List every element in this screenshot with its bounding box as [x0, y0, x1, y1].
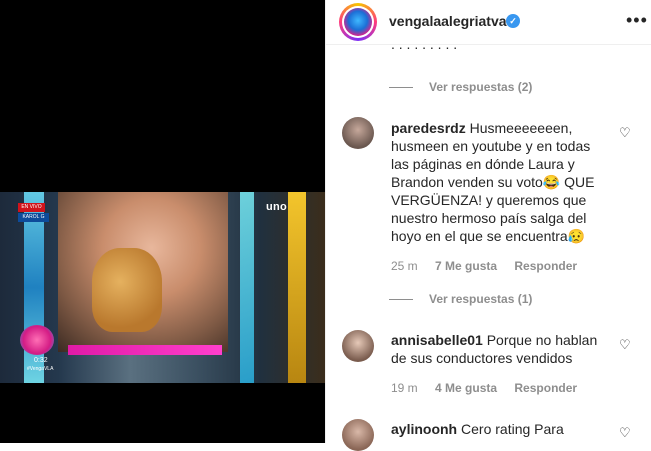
reply-button[interactable]: Responder	[514, 381, 577, 395]
comment-body: annisabelle01 Porque no hablan de sus co…	[391, 331, 611, 367]
like-heart-icon[interactable]: ♡	[619, 426, 631, 439]
verified-badge-icon: ✓	[506, 14, 520, 28]
replies-divider-line	[389, 299, 413, 301]
media-panel: EN VIVO KAROL G uno 0:32 #VengaVLA	[0, 0, 325, 443]
comment-likes[interactable]: 7 Me gusta	[435, 259, 497, 273]
profile-avatar[interactable]	[339, 3, 377, 41]
comment-body: aylinoonh Cero rating Para	[391, 420, 611, 438]
comment-meta: 19 m 4 Me gusta Responder	[391, 381, 591, 395]
channel-logo: uno	[266, 201, 288, 213]
like-heart-icon[interactable]: ♡	[619, 338, 631, 351]
post-username[interactable]: vengalaalegriatva	[389, 13, 507, 29]
replies-divider-line	[389, 87, 413, 89]
plush-giraffe	[92, 248, 162, 332]
like-heart-icon[interactable]: ♡	[619, 126, 631, 139]
broadcast-clock: 0:32	[34, 357, 48, 364]
comment-time: 25 m	[391, 259, 418, 273]
profile-avatar-image	[344, 8, 372, 36]
comment-username[interactable]: paredesrdz	[391, 120, 466, 136]
stage-light-right	[240, 192, 254, 383]
comment-likes[interactable]: 4 Me gusta	[435, 381, 497, 395]
guest-badge: KAROL G	[18, 213, 49, 222]
comment-text: Cero rating Para	[461, 421, 564, 437]
video-player[interactable]: EN VIVO KAROL G uno 0:32 #VengaVLA	[0, 192, 325, 383]
comment-time: 19 m	[391, 381, 418, 395]
comment-avatar[interactable]	[342, 419, 374, 451]
comment-username[interactable]: aylinoonh	[391, 421, 457, 437]
view-replies-link[interactable]: Ver respuestas (2)	[389, 80, 532, 94]
reply-button[interactable]: Responder	[514, 259, 577, 273]
comment-username[interactable]: annisabelle01	[391, 332, 483, 348]
show-hashtag: #VengaVLA	[27, 366, 54, 372]
comment-text: Husmeeeeeeen, husmeen en youtube y en to…	[391, 120, 595, 244]
onair-badge: EN VIVO	[18, 203, 45, 212]
comments-panel: vengalaalegriatva ✓ ••• . . . . . . . . …	[325, 0, 651, 451]
comment-avatar[interactable]	[342, 330, 374, 362]
comment-avatar[interactable]	[342, 117, 374, 149]
stage-panel-yellow	[288, 192, 306, 383]
view-replies-link[interactable]: Ver respuestas (1)	[389, 292, 532, 306]
comment-meta: 25 m 7 Me gusta Responder	[391, 259, 591, 273]
comment-body: paredesrdz Husmeeeeeeen, husmeen en yout…	[391, 119, 611, 245]
clipped-comment: . . . . . . . . .	[391, 44, 458, 52]
show-logo	[20, 325, 54, 355]
post-header: vengalaalegriatva ✓ •••	[326, 0, 651, 45]
more-options-icon[interactable]: •••	[626, 11, 648, 29]
lower-third-bar	[68, 345, 222, 355]
